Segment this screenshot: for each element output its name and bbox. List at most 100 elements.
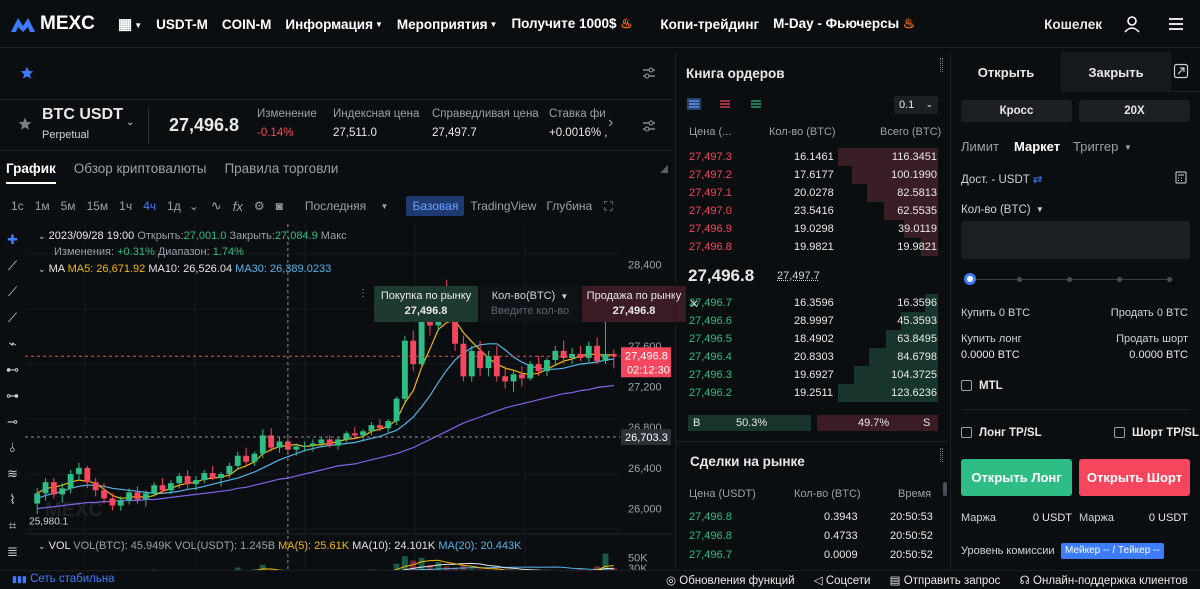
candlestick-chart[interactable]: MEXC28,40028,00027,60027,20026,80026,400… (25, 224, 672, 586)
price-line-icon[interactable]: ⊸ (7, 414, 18, 430)
symbol-name[interactable]: BTC USDT (42, 106, 123, 124)
bid-row[interactable]: 27,496.5 18.4902 63.8495 (676, 330, 938, 348)
margin-mode-button[interactable]: Кросс (961, 100, 1072, 122)
bid-row[interactable]: 27,496.3 19.6927 104.3725 (676, 366, 938, 384)
price-chart[interactable]: MEXC28,40028,00027,60027,20026,80026,400… (25, 224, 699, 586)
long-tpsl-checkbox[interactable]: Лонг TP/SL (961, 427, 1042, 439)
fullscreen-icon[interactable]: ⛶ (604, 199, 612, 214)
quick-buy-button[interactable]: Покупка по рынку 27,496.8 (374, 286, 478, 322)
ask-row[interactable]: 27,497.3 16.1461 116.3451 (676, 148, 938, 166)
text-tool-icon[interactable]: ≣ (7, 544, 18, 560)
slider-tick[interactable] (1067, 277, 1072, 282)
settings-sliders-icon[interactable] (642, 66, 656, 80)
mexc-logo[interactable]: MEXC (10, 13, 95, 35)
pattern-icon[interactable]: ⌇ (9, 492, 15, 508)
open-long-button[interactable]: Открыть Лонг (961, 459, 1072, 496)
crosshair-icon[interactable]: ✚ (7, 232, 18, 248)
bid-row[interactable]: 27,496.6 28.9997 45.3593 (676, 312, 938, 330)
nav-info[interactable]: Информация ▼ (285, 17, 383, 32)
panel-drag-handle[interactable] (940, 448, 943, 462)
tf-5m[interactable]: 5м (61, 199, 76, 213)
nav-mday[interactable]: M-Day - Фьючерсы ♨ (773, 16, 915, 32)
footer-social[interactable]: Соцсети (826, 575, 871, 587)
qty-input[interactable] (961, 221, 1190, 259)
slider-handle[interactable] (964, 273, 976, 285)
indicator-icon[interactable]: ∿ (211, 198, 222, 214)
parallel-channel-icon[interactable]: ⌁ (9, 336, 17, 352)
legend-collapse-icon[interactable]: ⌄ (38, 541, 46, 551)
tab-chart[interactable]: График (6, 161, 56, 184)
transfer-icon[interactable]: ⇄ (1033, 174, 1043, 186)
apps-grid-icon[interactable]: ▦ ▼ (118, 15, 142, 33)
horizontal-ray-icon[interactable]: ⊶ (6, 388, 19, 404)
book-both-icon[interactable] (687, 98, 701, 110)
user-icon[interactable] (1124, 15, 1140, 33)
star-outline-icon[interactable] (18, 117, 32, 131)
footer-request[interactable]: Отправить запрос (904, 575, 1001, 587)
quick-qty-field[interactable]: Кол-во(BTC) ▼ Введите кол-во (480, 286, 580, 322)
symbol-chevron-icon[interactable]: ⌄ (126, 117, 134, 128)
nav-usdt-m[interactable]: USDT-M (156, 17, 208, 32)
tf-4h[interactable]: 4ч (143, 199, 156, 213)
tab-overview[interactable]: Обзор криптовалюты (74, 161, 207, 176)
nav-bonus[interactable]: Получите 1000$ ♨ (511, 16, 632, 32)
wallet-link[interactable]: Кошелек (1044, 17, 1102, 32)
nav-copy-trading[interactable]: Копи-трейдинг (660, 17, 759, 32)
tf-1m[interactable]: 1м (35, 199, 50, 213)
fib-icon[interactable]: ≋ (7, 466, 18, 482)
calculator-icon[interactable] (1175, 171, 1187, 184)
ask-row[interactable]: 27,497.1 20.0278 82.5813 (676, 184, 938, 202)
bid-row[interactable]: 27,496.4 20.8303 84.6798 (676, 348, 938, 366)
slider-tick[interactable] (1117, 277, 1122, 282)
bid-row[interactable]: 27,496.2 19.2511 123.6236 (676, 384, 938, 402)
quick-sell-button[interactable]: Продажа по рынку 27,496.8 (582, 286, 686, 322)
slider-tick[interactable] (1017, 277, 1022, 282)
vertical-line-icon[interactable]: ⫰ (10, 440, 16, 456)
nav-events[interactable]: Мероприятия ▼ (397, 17, 498, 32)
footer-updates[interactable]: Обновления функций (679, 575, 794, 587)
ask-row[interactable]: 27,496.8 19.9821 19.9821 (676, 238, 938, 256)
slider-tick[interactable] (1167, 277, 1172, 282)
extended-line-icon[interactable]: ⟋ (8, 310, 17, 326)
leverage-slider-track[interactable] (971, 279, 1173, 280)
horizontal-line-icon[interactable]: ⊷ (6, 362, 19, 378)
tab-open[interactable]: Открыть (951, 52, 1061, 92)
tf-1h[interactable]: 1ч (119, 199, 132, 213)
type-limit[interactable]: Лимит (961, 139, 999, 154)
book-bids-icon[interactable] (749, 98, 763, 110)
leverage-button[interactable]: 20X (1079, 100, 1190, 122)
tab-rules[interactable]: Правила торговли (224, 161, 338, 176)
favorite-star-icon[interactable] (20, 66, 34, 80)
footer-support[interactable]: Онлайн-поддержка клиентов (1033, 575, 1188, 587)
price-type-select[interactable]: Последняя ▼ (294, 199, 389, 213)
ask-row[interactable]: 27,496.9 19.0298 39.0119 (676, 220, 938, 238)
type-trigger[interactable]: Триггер ▼ (1073, 139, 1132, 154)
tf-more-chevron-icon[interactable]: ⌄ (189, 199, 199, 213)
sliders-icon[interactable]: ⚙ (254, 199, 265, 213)
ask-row[interactable]: 27,497.0 23.5416 62.5535 (676, 202, 938, 220)
panel-drag-handle[interactable] (940, 58, 943, 72)
legend-collapse-icon[interactable]: ⌄ (38, 264, 46, 274)
view-tradingview-button[interactable]: TradingView (470, 199, 536, 213)
short-tpsl-checkbox[interactable]: Шорт TP/SL (1114, 427, 1199, 439)
tab-close[interactable]: Закрыть (1061, 52, 1171, 92)
measure-icon[interactable]: ⌗ (9, 518, 16, 534)
layout-sliders-icon[interactable] (642, 119, 656, 133)
mtl-checkbox[interactable]: MTL (961, 380, 1003, 392)
bid-row[interactable]: 27,496.7 16.3596 16.3596 (676, 294, 938, 312)
view-depth-button[interactable]: Глубина (546, 199, 592, 213)
nav-coin-m[interactable]: COIN-M (222, 17, 272, 32)
fee-badge[interactable]: Мейкер -- / Тейкер -- (1061, 543, 1164, 559)
ask-row[interactable]: 27,497.2 17.6177 100.1990 (676, 166, 938, 184)
legend-collapse-icon[interactable]: ⌄ (38, 231, 46, 241)
precision-select[interactable]: 0.1 ⌄ (894, 96, 938, 114)
menu-icon[interactable] (1168, 17, 1184, 31)
camera-icon[interactable]: ◙ (276, 199, 283, 213)
tf-1d[interactable]: 1д (167, 199, 181, 213)
open-short-button[interactable]: Открыть Шорт (1079, 459, 1190, 496)
drag-handle-icon[interactable]: ⋮ (358, 288, 368, 302)
type-market[interactable]: Маркет (1014, 139, 1060, 154)
tf-15m[interactable]: 15м (87, 199, 109, 213)
trades-scrollbar[interactable] (943, 482, 947, 496)
ray-icon[interactable]: ⟋ (8, 284, 17, 300)
